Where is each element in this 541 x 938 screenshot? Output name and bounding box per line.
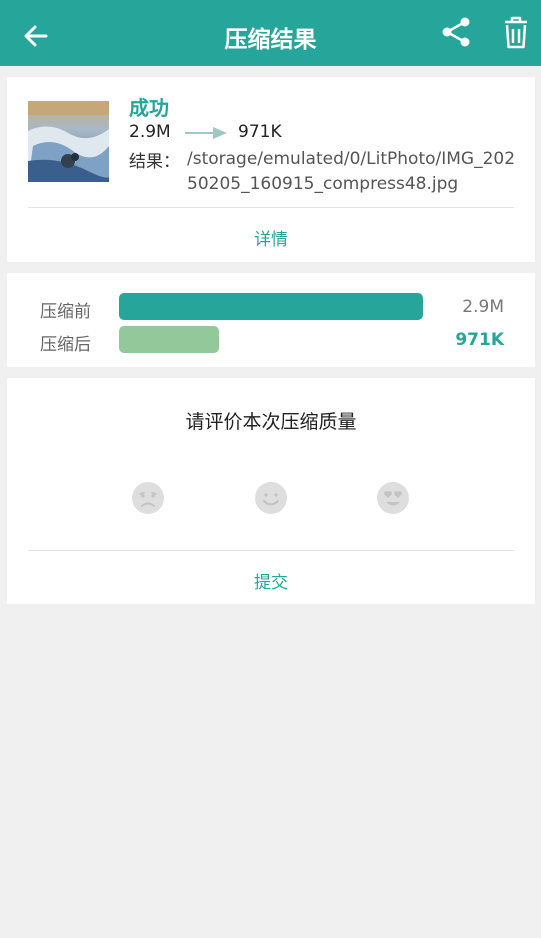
before-label: 压缩前	[40, 302, 91, 322]
divider	[28, 207, 514, 208]
before-value: 2.9M	[462, 297, 504, 317]
smile-face-icon[interactable]	[254, 481, 288, 515]
result-card: 成功 2.9M 971K 结果： /storage/emulated/0/Lit…	[7, 77, 535, 262]
submit-button[interactable]: 提交	[7, 568, 535, 593]
arrow-right-icon	[185, 127, 227, 139]
status-text: 成功	[129, 96, 169, 120]
result-path: /storage/emulated/0/LitPhoto/IMG_2025020…	[187, 149, 516, 194]
trash-icon[interactable]	[498, 14, 534, 52]
after-label: 压缩后	[40, 335, 91, 355]
app-bar: 压缩结果	[0, 0, 541, 66]
image-thumbnail[interactable]	[28, 101, 109, 182]
after-size-bar	[119, 326, 219, 353]
divider	[28, 550, 514, 551]
compressed-size: 971K	[238, 122, 282, 142]
share-icon[interactable]	[438, 14, 474, 50]
original-size: 2.9M	[129, 122, 171, 142]
heart-eyes-face-icon[interactable]	[376, 481, 410, 515]
before-size-bar	[119, 293, 423, 320]
rating-prompt: 请评价本次压缩质量	[185, 411, 357, 433]
rating-card: 请评价本次压缩质量 提交	[7, 378, 535, 604]
after-value: 971K	[455, 330, 504, 350]
details-button[interactable]: 详情	[7, 225, 535, 250]
size-comparison-card: 压缩前 2.9M 压缩后 971K	[7, 273, 535, 367]
sad-face-icon[interactable]	[131, 481, 165, 515]
result-label: 结果：	[129, 152, 180, 172]
